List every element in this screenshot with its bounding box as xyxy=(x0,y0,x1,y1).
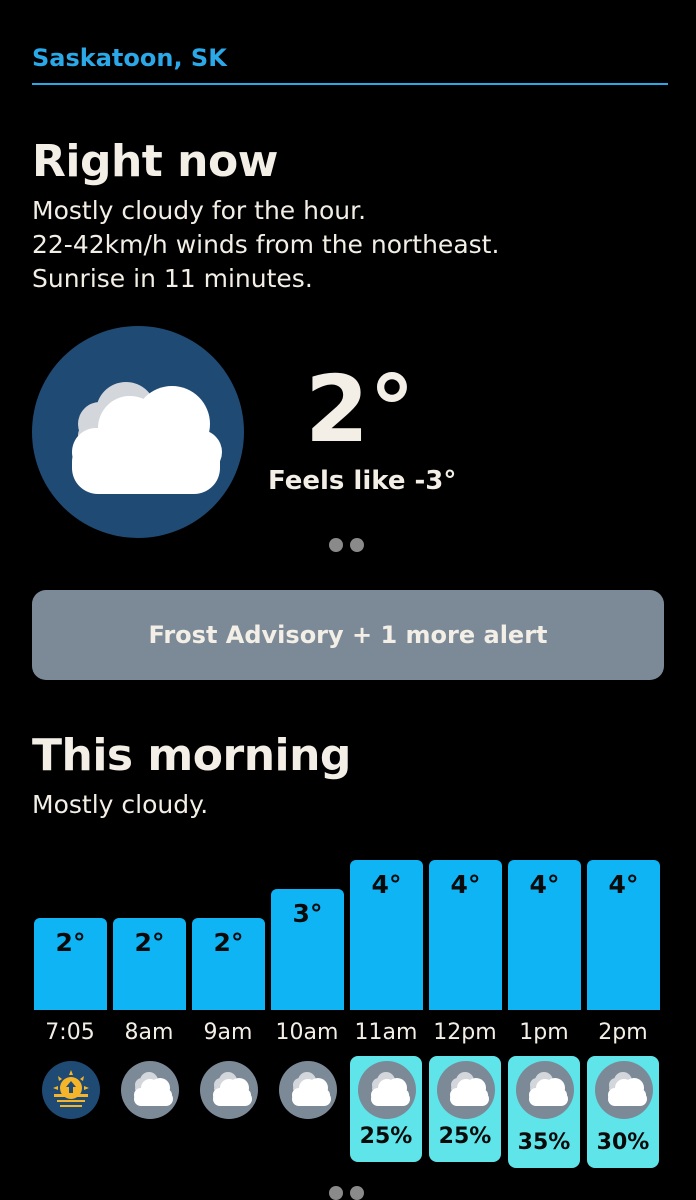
cloud-icon xyxy=(279,1061,337,1119)
precip-chance: 25% xyxy=(359,1124,413,1149)
cloud-icon xyxy=(595,1061,653,1119)
hour-temp-bar[interactable]: 4° xyxy=(350,860,423,1010)
precip-chance: 35% xyxy=(517,1130,571,1155)
cloud-icon xyxy=(121,1061,179,1119)
precip-chance: 30% xyxy=(596,1130,650,1155)
hour-temp: 2° xyxy=(55,928,86,957)
right-now-line-1: Mostly cloudy for the hour. xyxy=(32,196,367,225)
hour-temp: 2° xyxy=(134,928,165,957)
right-now-heading: Right now xyxy=(32,136,278,187)
hour-label: 8am xyxy=(124,1020,174,1045)
cloud-icon xyxy=(200,1061,258,1119)
location-divider xyxy=(32,83,668,85)
hour-temp-bar[interactable]: 2° xyxy=(192,918,265,1010)
page-dot[interactable] xyxy=(350,1186,364,1200)
hour-temp-bar[interactable]: 2° xyxy=(34,918,107,1010)
hour-label: 12pm xyxy=(433,1020,497,1045)
cloud-icon xyxy=(358,1061,416,1119)
hour-temp: 4° xyxy=(450,870,481,899)
this-morning-summary: Mostly cloudy. xyxy=(32,790,209,819)
hour-temp-bar[interactable]: 2° xyxy=(113,918,186,1010)
right-now-line-3: Sunrise in 11 minutes. xyxy=(32,264,313,293)
cloud-icon xyxy=(516,1061,574,1119)
hour-label: 2pm xyxy=(598,1020,648,1045)
hour-temp-bar[interactable]: 4° xyxy=(587,860,660,1010)
hour-label: 11am xyxy=(354,1020,418,1045)
page-indicator-top[interactable] xyxy=(329,538,364,552)
hour-temp: 2° xyxy=(213,928,244,957)
hour-temp-bar[interactable]: 4° xyxy=(429,860,502,1010)
page-indicator-bottom[interactable] xyxy=(329,1186,364,1200)
sunrise-icon xyxy=(42,1061,100,1119)
current-weather-cloud-icon xyxy=(32,326,244,538)
hour-temp: 4° xyxy=(608,870,639,899)
current-temperature: 2° xyxy=(304,356,415,463)
hour-temp: 3° xyxy=(292,899,323,928)
page-dot[interactable] xyxy=(329,1186,343,1200)
location-title[interactable]: Saskatoon, SK xyxy=(32,44,227,72)
cloud-icon xyxy=(437,1061,495,1119)
precip-chance: 25% xyxy=(438,1124,492,1149)
right-now-line-2: 22-42km/h winds from the northeast. xyxy=(32,230,500,259)
page-dot[interactable] xyxy=(329,538,343,552)
hour-label: 9am xyxy=(203,1020,253,1045)
this-morning-heading: This morning xyxy=(32,730,351,781)
page-dot[interactable] xyxy=(350,538,364,552)
alert-button[interactable]: Frost Advisory + 1 more alert xyxy=(32,590,664,680)
hour-temp-bar[interactable]: 3° xyxy=(271,889,344,1010)
hour-label: 1pm xyxy=(519,1020,569,1045)
hour-temp-bar[interactable]: 4° xyxy=(508,860,581,1010)
hour-temp: 4° xyxy=(529,870,560,899)
feels-like: Feels like -3° xyxy=(268,466,457,496)
hour-label: 7:05 xyxy=(45,1020,95,1045)
hour-label: 10am xyxy=(275,1020,339,1045)
hour-temp: 4° xyxy=(371,870,402,899)
